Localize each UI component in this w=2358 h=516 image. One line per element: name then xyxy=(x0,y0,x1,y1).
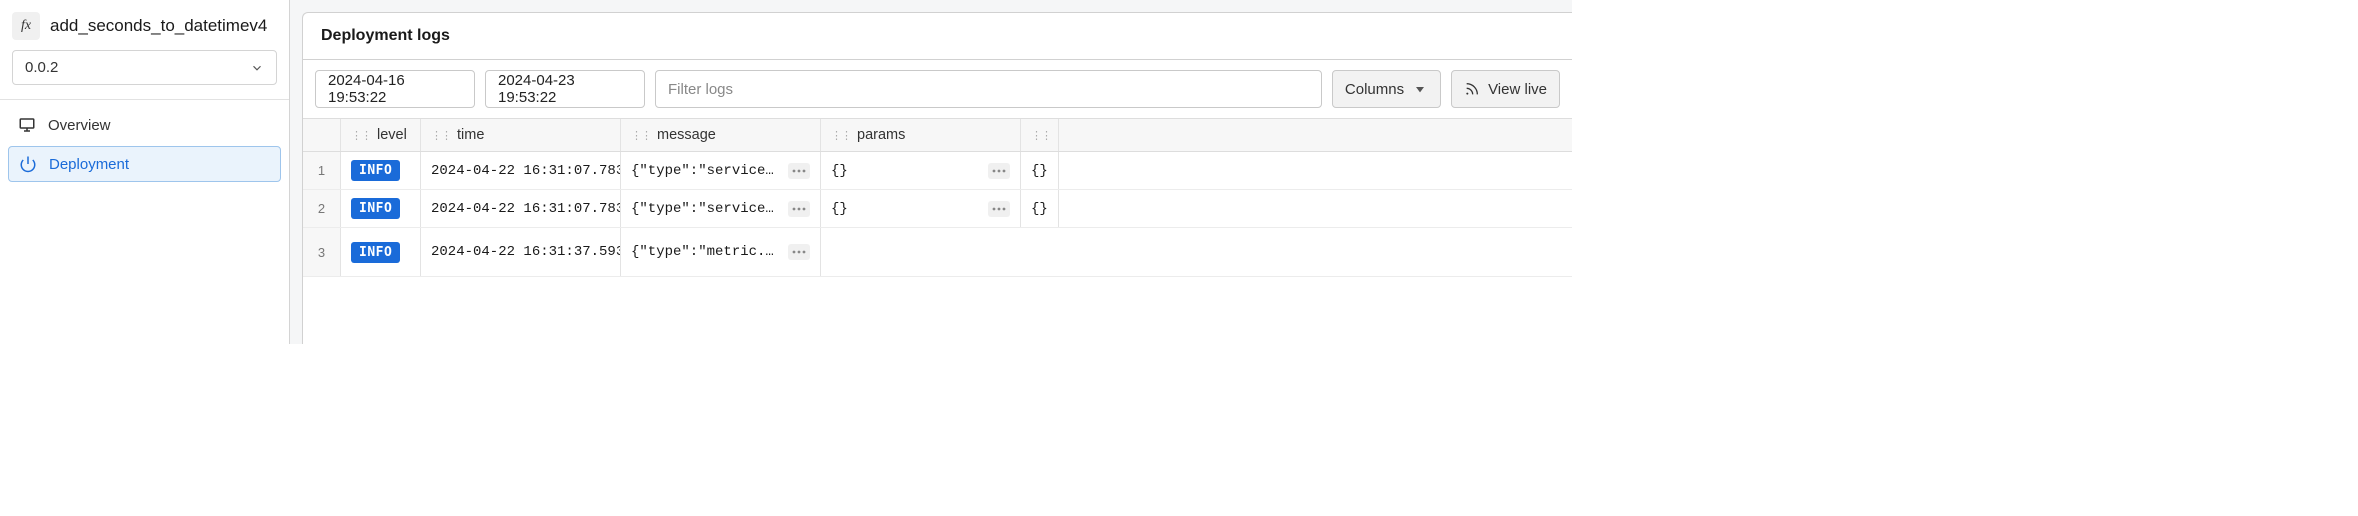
more-icon[interactable] xyxy=(788,163,810,179)
cell-extra: {} xyxy=(1021,152,1059,189)
sidebar-nav: Overview Deployment xyxy=(0,100,289,190)
cell-time: 2024-04-22 16:31:07.783 xyxy=(421,190,621,227)
sidebar-item-overview[interactable]: Overview xyxy=(8,108,281,142)
fx-icon: fx xyxy=(12,12,40,40)
more-icon[interactable] xyxy=(788,201,810,217)
column-params[interactable]: ⋮⋮params xyxy=(821,119,1021,151)
cell-message: {"type":"metric.1","… {} {} xyxy=(621,228,821,276)
drag-handle-icon: ⋮⋮ xyxy=(351,129,371,142)
cell-message: {"type":"service.1",… xyxy=(621,152,821,189)
cell-level: INFO xyxy=(341,190,421,227)
version-select[interactable]: 0.0.2 xyxy=(12,50,277,85)
cell-time: 2024-04-22 16:31:37.593 xyxy=(421,228,621,276)
more-icon[interactable] xyxy=(988,201,1010,217)
drag-handle-icon: ⋮⋮ xyxy=(631,129,651,142)
column-message[interactable]: ⋮⋮message xyxy=(621,119,821,151)
chevron-down-icon xyxy=(250,61,264,75)
more-icon[interactable] xyxy=(788,244,810,260)
logs-table: ⋮⋮level ⋮⋮time ⋮⋮message ⋮⋮params ⋮⋮ 1 I… xyxy=(303,118,1572,277)
power-icon xyxy=(19,155,37,173)
more-icon[interactable] xyxy=(988,163,1010,179)
column-extra[interactable]: ⋮⋮ xyxy=(1021,119,1059,151)
column-level[interactable]: ⋮⋮level xyxy=(341,119,421,151)
row-number: 2 xyxy=(303,190,341,227)
logs-panel: Deployment logs 2024-04-16 19:53:22 2024… xyxy=(302,12,1572,344)
drag-handle-icon: ⋮⋮ xyxy=(431,129,451,142)
cell-extra: {} xyxy=(1021,190,1059,227)
filters-row: 2024-04-16 19:53:22 2024-04-23 19:53:22 … xyxy=(303,60,1572,118)
level-badge: INFO xyxy=(351,160,400,181)
monitor-icon xyxy=(18,116,36,134)
triangle-down-icon xyxy=(1412,81,1428,97)
date-from-input[interactable]: 2024-04-16 19:53:22 xyxy=(315,70,475,108)
filter-logs-input[interactable] xyxy=(655,70,1322,108)
level-badge: INFO xyxy=(351,242,400,263)
cell-level: INFO xyxy=(341,152,421,189)
row-number: 3 xyxy=(303,228,341,276)
date-to-input[interactable]: 2024-04-23 19:53:22 xyxy=(485,70,645,108)
panel-title: Deployment logs xyxy=(303,13,1572,60)
table-row: 2 INFO 2024-04-22 16:31:07.783 {"type":"… xyxy=(303,190,1572,228)
version-value: 0.0.2 xyxy=(25,59,58,76)
columns-button-label: Columns xyxy=(1345,81,1404,98)
cell-level: INFO xyxy=(341,228,421,276)
cell-time: 2024-04-22 16:31:07.783 xyxy=(421,152,621,189)
cell-message: {"type":"service.1",… xyxy=(621,190,821,227)
rss-icon xyxy=(1464,81,1480,97)
view-live-button[interactable]: View live xyxy=(1451,70,1560,108)
sidebar-item-label: Overview xyxy=(48,117,111,134)
table-row: 3 INFO 2024-04-22 16:31:37.593 {"type":"… xyxy=(303,228,1572,277)
row-number: 1 xyxy=(303,152,341,189)
table-header: ⋮⋮level ⋮⋮time ⋮⋮message ⋮⋮params ⋮⋮ xyxy=(303,119,1572,152)
function-name: add_seconds_to_datetimev4 xyxy=(50,16,267,36)
level-badge: INFO xyxy=(351,198,400,219)
cell-params: {} xyxy=(821,190,1021,227)
drag-handle-icon: ⋮⋮ xyxy=(1031,129,1051,142)
sidebar-item-deployment[interactable]: Deployment xyxy=(8,146,281,182)
columns-button[interactable]: Columns xyxy=(1332,70,1441,108)
table-row: 1 INFO 2024-04-22 16:31:07.783 {"type":"… xyxy=(303,152,1572,190)
sidebar-header: fx add_seconds_to_datetimev4 0.0.2 xyxy=(0,0,289,93)
sidebar-item-label: Deployment xyxy=(49,156,129,173)
column-time[interactable]: ⋮⋮time xyxy=(421,119,621,151)
main-content: Deployment logs 2024-04-16 19:53:22 2024… xyxy=(290,0,1572,344)
drag-handle-icon: ⋮⋮ xyxy=(831,129,851,142)
sidebar: fx add_seconds_to_datetimev4 0.0.2 Overv… xyxy=(0,0,290,344)
column-rownum xyxy=(303,119,341,151)
cell-params: {} xyxy=(821,152,1021,189)
view-live-button-label: View live xyxy=(1488,81,1547,98)
function-title-row: fx add_seconds_to_datetimev4 xyxy=(12,12,277,40)
cell-params: {} xyxy=(810,236,821,268)
